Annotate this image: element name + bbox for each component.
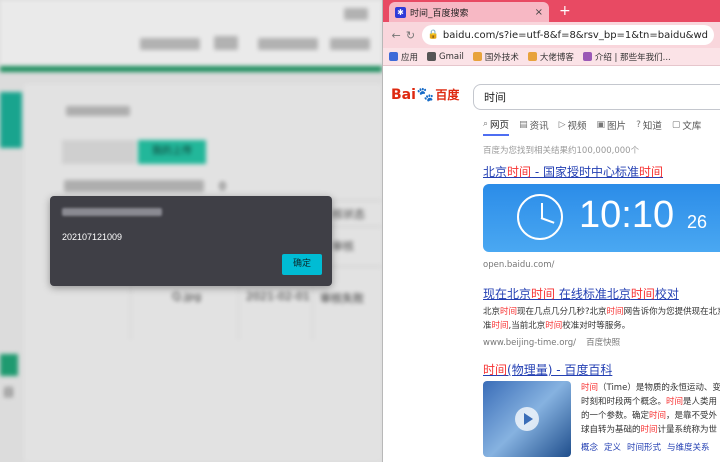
tab-my-uploads[interactable]: 我的上传 (138, 140, 206, 164)
bookmark-item[interactable]: 国外技术 (472, 51, 519, 63)
bookmark-icon (582, 52, 592, 61)
bookmarks-bar: 应用 Gmail 国外技术 大佬博客 介绍 | 那些年我们... (383, 48, 720, 66)
baidu-favicon-icon: ✱ (395, 6, 406, 18)
app-header-accent (0, 66, 382, 72)
result-thumbnail[interactable] (483, 381, 571, 457)
sidebar-highlight[interactable] (0, 92, 22, 148)
search-tab[interactable]: ▤ 资讯 (519, 117, 549, 136)
search-tab-label: 视频 (567, 121, 587, 132)
search-tab-label: 图片 (607, 121, 627, 132)
search-header: Bai 🐾 百度 时间 (383, 80, 720, 112)
browser-tab[interactable]: ✱ 时间_百度搜索 × (389, 2, 549, 22)
bookmark-label: 应用 (401, 52, 419, 63)
search-tab-label: 文库 (682, 121, 702, 132)
upload-count: 0 (219, 180, 226, 193)
bookmark-icon (427, 52, 437, 61)
search-tab[interactable]: ▷ 视频 (559, 117, 587, 136)
bookmark-icon (389, 52, 398, 61)
result-title-3[interactable]: 时间(物理量) - 百度百科 (483, 361, 612, 378)
bookmark-item[interactable]: 介绍 | 那些年我们... (582, 51, 671, 63)
search-tab[interactable]: ▣ 图片 (597, 117, 627, 136)
result-abstract-2: 北京时间现在几点几分几秒?北京时间网告诉你为您提供现在北京 准时间,当前北京时间… (483, 307, 720, 331)
tab-other[interactable] (62, 140, 136, 164)
search-tab-icon: ▢ (671, 120, 681, 130)
reload-icon[interactable]: ↻ (403, 29, 417, 42)
dialog-message: 202107121009 (62, 232, 123, 242)
paw-icon: 🐾 (416, 86, 435, 103)
tab-strip: ✱ 时间_百度搜索 × + (383, 0, 720, 22)
browser-toolbar: ← ↻ 🔒 baidu.com/s?ie=utf-8&f=8&rsv_bp=1&… (383, 22, 720, 48)
status-cell: 审核 (332, 240, 354, 253)
file-name-cell: Q.jpg (172, 290, 202, 303)
lock-icon: 🔒 (427, 30, 439, 40)
search-input[interactable]: 时间 (473, 84, 720, 110)
result-title-1[interactable]: 北京时间 - 国家授时中心标准时间 (483, 163, 663, 180)
bookmark-label: 国外技术 (484, 52, 519, 63)
baidu-logo[interactable]: Bai 🐾 百度 (391, 86, 459, 103)
bookmark-label: 大佬博客 (539, 52, 574, 63)
bookmark-item[interactable]: 大佬博客 (527, 51, 574, 63)
search-tab-icon: ⌕ (483, 119, 489, 129)
address-bar[interactable]: 🔒 baidu.com/s?ie=utf-8&f=8&rsv_bp=1&tn=b… (421, 25, 714, 45)
dialog-title-blurred (62, 208, 162, 216)
search-tab[interactable]: ? 知道 (636, 117, 662, 136)
column-header-status: 核状态 (332, 208, 365, 221)
play-icon[interactable] (515, 407, 539, 431)
background-app: 我的上传 0 核状态 审核 Q.jpg 2021-02-01 审核失败 日 20… (0, 0, 382, 462)
browser-window: ✱ 时间_百度搜索 × + ← ↻ 🔒 baidu.com/s?ie=utf-8… (382, 0, 720, 462)
clock-seconds: 26 (687, 212, 708, 232)
sublink[interactable]: 与维度关系 (667, 443, 710, 453)
result-count: 百度为您找到相关结果约100,000,000个 (483, 146, 640, 156)
result-source-1[interactable]: open.baidu.com/ (483, 260, 554, 270)
result-source-2[interactable]: www.beijing-time.org/百度快照 (483, 336, 620, 348)
bookmark-item[interactable]: 应用 (389, 51, 418, 63)
time-widget[interactable]: 10:10 26 (483, 184, 720, 252)
review-status-cell: 审核失败 (320, 292, 364, 305)
result-abstract-3: 时间（Time）是物质的永恒运动、变 时刻和时段两个概念。时间是人类用 的一个参… (581, 383, 720, 435)
bookmark-icon (472, 52, 482, 61)
search-tab-icon: ▣ (596, 120, 606, 130)
search-tab-label: 知道 (642, 121, 662, 132)
search-tab[interactable]: ▢ 文库 (672, 117, 702, 136)
search-tab-icon: ? (636, 120, 641, 130)
bookmark-label: Gmail (439, 51, 464, 62)
result-sublinks: 概念 定义 时间形式 与维度关系 (581, 441, 716, 453)
url-text[interactable]: baidu.com/s?ie=utf-8&f=8&rsv_bp=1&tn=bai… (443, 30, 708, 41)
bookmark-icon (527, 52, 537, 61)
tab-title: 时间_百度搜索 (410, 8, 469, 19)
date-cell: 2021-02-01 (246, 290, 310, 303)
clock-time: 10:10 (579, 194, 675, 236)
bottom-tab[interactable] (0, 354, 18, 376)
close-tab-icon[interactable]: × (535, 7, 543, 18)
new-tab-button[interactable]: + (559, 3, 571, 19)
search-tab-icon: ▷ (558, 120, 566, 130)
sublink[interactable]: 定义 (604, 443, 621, 453)
search-tab-icon: ▤ (519, 120, 528, 130)
search-tabs: ⌕ 网页 ▤ 资讯 ▷ 视频 ▣ 图片? 知道 ▢ 文库 (483, 117, 711, 136)
search-tab-label: 资讯 (529, 121, 549, 132)
bookmark-label: 介绍 | 那些年我们... (594, 52, 671, 63)
footer-cell: 日 (3, 386, 14, 399)
sublink[interactable]: 概念 (581, 443, 598, 453)
search-tab-label: 网页 (490, 120, 510, 131)
clock-icon (517, 194, 563, 240)
alert-dialog: 202107121009 确定 (50, 196, 332, 286)
app-header (0, 0, 382, 66)
search-tab[interactable]: ⌕ 网页 (483, 117, 510, 136)
result-title-2[interactable]: 现在北京时间 在线标准北京时间校对 (483, 285, 679, 302)
sublink[interactable]: 时间形式 (627, 443, 661, 453)
snapshot-link[interactable]: 百度快照 (586, 338, 620, 348)
logo-text-bai: Bai (391, 86, 416, 103)
logo-text-du: 百度 (435, 88, 460, 102)
bookmark-item[interactable]: Gmail (427, 52, 464, 62)
back-icon[interactable]: ← (389, 29, 403, 42)
ok-button[interactable]: 确定 (282, 254, 322, 275)
